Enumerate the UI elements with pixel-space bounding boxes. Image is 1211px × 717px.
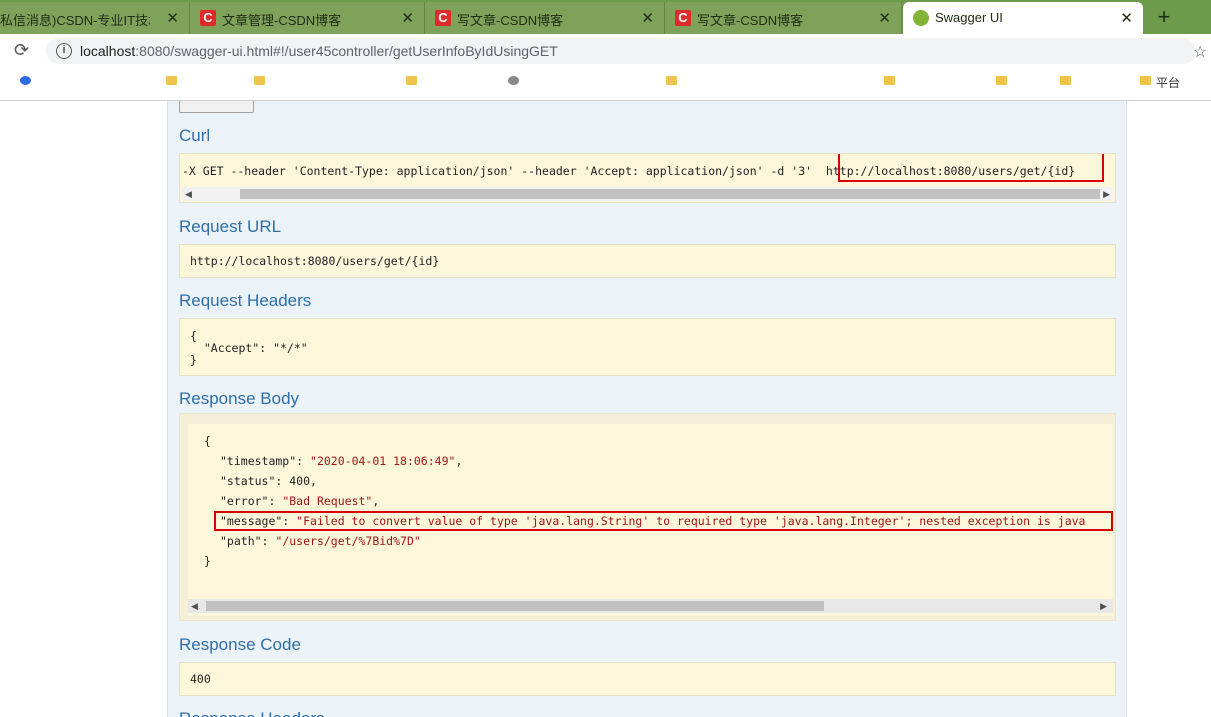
response-headers-heading: Response Headers [179,709,325,717]
swagger-favicon-icon [913,10,929,26]
tab-swagger-ui[interactable]: Swagger UI ✕ [903,2,1143,34]
tab-write-article-2[interactable]: C 写文章-CSDN博客 ✕ [665,2,902,34]
tab-title: 文章管理-CSDN博客 [222,13,342,28]
curl-options: -X GET --header 'Content-Type: applicati… [182,164,819,178]
message-highlight [214,511,1113,531]
tab-csdn-messages[interactable]: 私信消息)CSDN-专业IT技术社区 ✕ [0,2,190,34]
response-code-heading: Response Code [179,635,301,654]
response-body-block[interactable]: { "timestamp": "2020-04-01 18:06:49", "s… [179,413,1116,621]
info-icon[interactable]: i [56,43,72,59]
address-bar[interactable]: i localhost:8080/swagger-ui.html#!/user4… [46,38,1196,64]
response-code-block[interactable]: 400 [179,662,1116,696]
json-close-brace: } [204,554,211,568]
csdn-favicon-icon: C [435,10,451,26]
response-body-heading: Response Body [179,389,300,408]
page-viewport: Curl -X GET --header 'Content-Type: appl… [0,101,1211,717]
bookmark-label: 平台 [1156,76,1181,88]
close-icon[interactable]: ✕ [1120,9,1133,27]
response-body-code: { "timestamp": "2020-04-01 18:06:49", "s… [188,424,1113,616]
json-string: "2020-04-01 18:06:49" [310,454,456,468]
response-code-value: 400 [190,672,211,686]
tab-article-management[interactable]: C 文章管理-CSDN博客 ✕ [190,2,425,34]
curl-scrollbar[interactable]: ◀ ▶ [182,187,1113,201]
request-url-heading: Request URL [179,217,282,236]
scroll-left-arrow-icon[interactable]: ◀ [191,599,198,613]
scrollbar-thumb[interactable] [206,601,824,611]
folder-icon [1060,76,1071,85]
folder-icon [406,76,417,85]
json-key: "timestamp" [220,454,297,468]
close-icon[interactable]: ✕ [166,9,179,27]
response-body-scrollbar[interactable]: ◀ ▶ [188,599,1113,613]
url-host: localhost [80,43,136,59]
baidu-icon [20,76,31,85]
request-headers-heading: Request Headers [179,291,312,310]
try-it-out-button[interactable] [179,101,254,113]
close-icon[interactable]: ✕ [641,9,654,27]
request-headers-close: } [190,353,197,367]
address-url[interactable]: localhost:8080/swagger-ui.html#!/user45c… [80,43,558,59]
curl-heading: Curl [179,126,211,145]
scroll-right-arrow-icon[interactable]: ▶ [1103,187,1110,201]
json-timestamp: "timestamp": "2020-04-01 18:06:49", [220,454,463,468]
json-number: 400 [289,474,311,488]
bookmarks-bar: 平台 [0,68,1211,88]
json-status: "status": 400, [220,474,317,488]
folder-icon [1140,76,1151,85]
scrollbar-thumb[interactable] [240,189,1100,199]
close-icon[interactable]: ✕ [878,9,891,27]
csdn-favicon-icon: C [675,10,691,26]
reload-icon[interactable]: ⟳ [14,40,29,61]
curl-block[interactable]: -X GET --header 'Content-Type: applicati… [179,153,1116,203]
browser-toolbar: ⟳ i localhost:8080/swagger-ui.html#!/use… [0,34,1211,68]
folder-icon [166,76,177,85]
request-url-block[interactable]: http://localhost:8080/users/get/{id} [179,244,1116,278]
folder-icon [884,76,895,85]
folder-icon [254,76,265,85]
json-string: "Bad Request" [282,494,373,508]
globe-icon [508,76,519,85]
request-headers-accept: "Accept": "*/*" [190,341,308,355]
json-string: "/users/get/%7Bid%7D" [275,534,421,548]
csdn-favicon-icon: C [200,10,216,26]
json-key: "status" [220,474,276,488]
tab-title: 私信消息)CSDN-专业IT技术社区 [0,13,150,28]
json-key: "path" [220,534,262,548]
folder-icon [666,76,677,85]
curl-url-highlight [838,154,1104,182]
scroll-left-arrow-icon[interactable]: ◀ [185,187,192,201]
tab-title: 写文章-CSDN博客 [697,13,804,28]
request-url-value: http://localhost:8080/users/get/{id} [190,254,440,268]
bookmark-star-icon[interactable]: ☆ [1193,42,1207,62]
tab-title: 写文章-CSDN博客 [457,13,564,28]
json-open-brace: { [204,434,211,448]
operation-panel: Curl -X GET --header 'Content-Type: appl… [167,101,1127,717]
scroll-right-arrow-icon[interactable]: ▶ [1100,599,1107,613]
tab-title: Swagger UI [935,10,1003,25]
tab-write-article[interactable]: C 写文章-CSDN博客 ✕ [425,2,665,34]
folder-icon [996,76,1007,85]
new-tab-button[interactable]: + [1150,4,1178,30]
json-error: "error": "Bad Request", [220,494,380,508]
url-path: :8080/swagger-ui.html#!/user45controller… [135,43,558,59]
close-icon[interactable]: ✕ [401,9,414,27]
json-key: "error" [220,494,269,508]
request-headers-block[interactable]: { "Accept": "*/*" } [179,318,1116,376]
json-path: "path": "/users/get/%7Bid%7D" [220,534,421,548]
tab-strip: 私信消息)CSDN-专业IT技术社区 ✕ C 文章管理-CSDN博客 ✕ C 写… [0,0,1211,34]
